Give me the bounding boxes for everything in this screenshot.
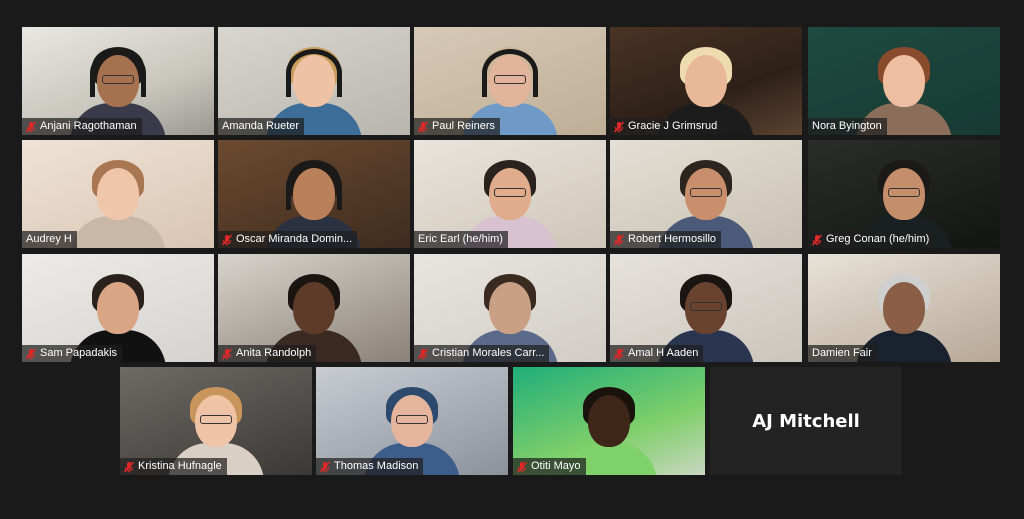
participant-nametag: Kristina Hufnagle	[120, 458, 227, 475]
participant-nametag: Anjani Ragothaman	[22, 118, 142, 135]
participant-tile[interactable]: Audrey H	[22, 140, 214, 248]
mic-muted-icon	[25, 347, 37, 360]
participant-name: Oscar Miranda Domin...	[236, 233, 353, 245]
mic-muted-icon	[613, 347, 625, 360]
participant-nametag: Otiti Mayo	[513, 458, 586, 475]
participant-tile[interactable]: Thomas Madison	[316, 367, 508, 475]
participant-tile[interactable]: Amal H Aaden	[610, 254, 802, 362]
participant-tile[interactable]: Nora Byington	[808, 27, 1000, 135]
participant-nametag: Damien Fair	[808, 345, 877, 362]
participant-nametag: Nora Byington	[808, 118, 887, 135]
participant-nametag: Eric Earl (he/him)	[414, 231, 508, 248]
participant-nametag: Robert Hermosillo	[610, 231, 722, 248]
participant-nametag: Paul Reiners	[414, 118, 500, 135]
participant-name: Robert Hermosillo	[628, 233, 717, 245]
mic-muted-icon	[417, 120, 429, 133]
participant-nametag: Greg Conan (he/him)	[808, 231, 935, 248]
participant-tile[interactable]: Oscar Miranda Domin...	[218, 140, 410, 248]
participant-name: Thomas Madison	[334, 460, 419, 472]
mic-muted-icon	[516, 460, 528, 473]
participant-nametag: Thomas Madison	[316, 458, 424, 475]
participant-nametag: Oscar Miranda Domin...	[218, 231, 358, 248]
participant-name: Kristina Hufnagle	[138, 460, 222, 472]
participant-name: Audrey H	[26, 233, 72, 245]
participant-tile[interactable]: Sam Papadakis	[22, 254, 214, 362]
participant-name: Otiti Mayo	[531, 460, 581, 472]
participant-tile[interactable]: Otiti Mayo	[513, 367, 705, 475]
participant-name: Amanda Rueter	[222, 120, 300, 132]
mic-muted-icon	[221, 347, 233, 360]
mic-muted-icon	[613, 233, 625, 246]
mic-muted-icon	[25, 120, 37, 133]
participant-name: Nora Byington	[812, 120, 882, 132]
participant-nametag: Cristian Morales Carr...	[414, 345, 550, 362]
participant-name: Greg Conan (he/him)	[826, 233, 930, 245]
participant-tile[interactable]: Paul Reiners	[414, 27, 606, 135]
participant-name: Amal H Aaden	[628, 347, 699, 359]
mic-muted-icon	[811, 233, 823, 246]
participant-name: Eric Earl (he/him)	[418, 233, 503, 245]
participant-name: Anita Randolph	[236, 347, 312, 359]
participant-tile[interactable]: Greg Conan (he/him)	[808, 140, 1000, 248]
participant-tile[interactable]: Anjani Ragothaman	[22, 27, 214, 135]
participant-nametag: Gracie J Grimsrud	[610, 118, 723, 135]
participant-name: Damien Fair	[812, 347, 872, 359]
mic-muted-icon	[417, 347, 429, 360]
participant-name: Paul Reiners	[432, 120, 495, 132]
mic-muted-icon	[221, 233, 233, 246]
participant-name: Gracie J Grimsrud	[628, 120, 718, 132]
participant-nametag: Sam Papadakis	[22, 345, 123, 362]
participant-name: Sam Papadakis	[40, 347, 118, 359]
participant-tile[interactable]: Eric Earl (he/him)	[414, 140, 606, 248]
mic-muted-icon	[613, 120, 625, 133]
participant-nametag: Audrey H	[22, 231, 77, 248]
participant-tile[interactable]: Gracie J Grimsrud	[610, 27, 802, 135]
participant-tile[interactable]: Robert Hermosillo	[610, 140, 802, 248]
participant-tile[interactable]: Cristian Morales Carr...	[414, 254, 606, 362]
participant-tile[interactable]: Amanda Rueter	[218, 27, 410, 135]
participant-tile[interactable]: Kristina Hufnagle	[120, 367, 312, 475]
participant-tile[interactable]: Damien Fair	[808, 254, 1000, 362]
participant-name: Cristian Morales Carr...	[432, 347, 545, 359]
participant-nametag: Amal H Aaden	[610, 345, 704, 362]
participant-name-placeholder: AJ Mitchell	[752, 410, 860, 432]
participant-tile[interactable]: AJ Mitchell	[710, 367, 902, 475]
participant-tile[interactable]: Anita Randolph	[218, 254, 410, 362]
participant-nametag: Anita Randolph	[218, 345, 317, 362]
participant-video-figure	[70, 158, 166, 248]
participant-nametag: Amanda Rueter	[218, 118, 305, 135]
mic-muted-icon	[319, 460, 331, 473]
mic-muted-icon	[123, 460, 135, 473]
participant-name: Anjani Ragothaman	[40, 120, 137, 132]
